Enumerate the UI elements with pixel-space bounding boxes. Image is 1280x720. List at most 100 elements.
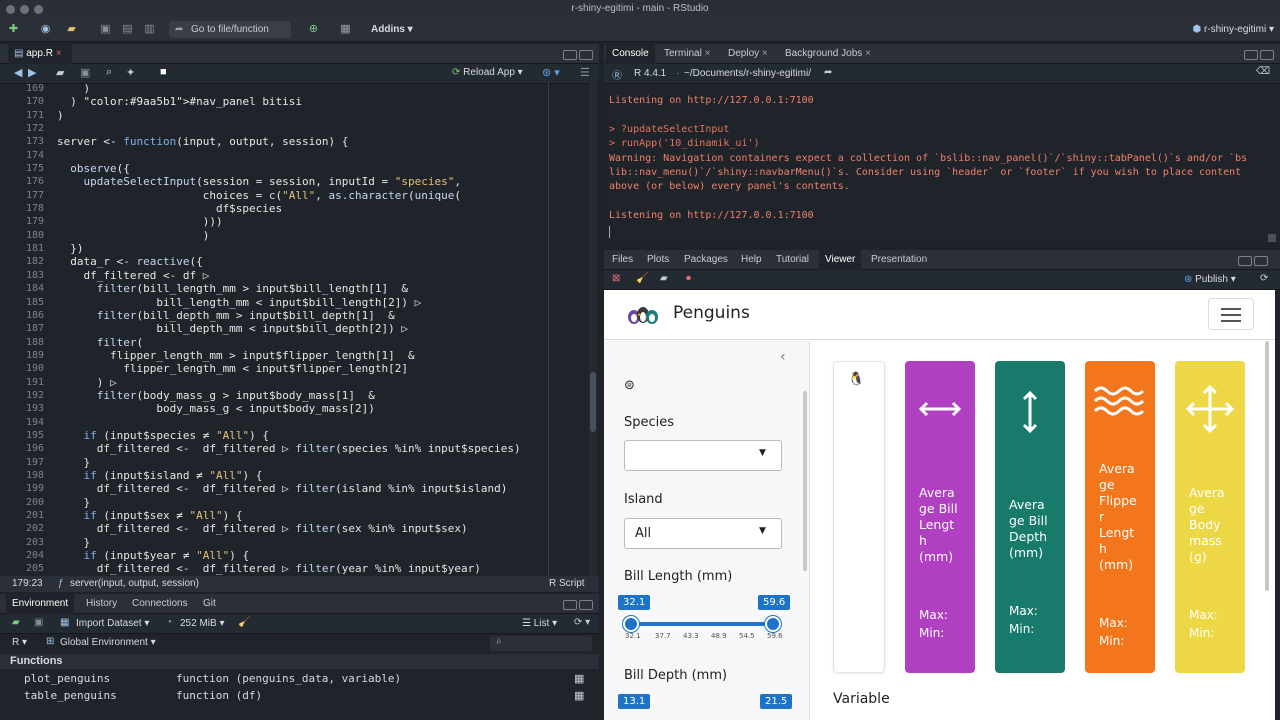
bill-length-slider-max-handle[interactable] [765,616,781,632]
navbar-toggle-button[interactable] [1208,298,1254,330]
code-line[interactable]: df_filtered <- df_filtered ▷ filter(year… [57,562,547,575]
code-line[interactable]: flipper_length_mm > input$flipper_length… [57,349,547,362]
code-area[interactable]: ) ) "color:#9aa5b1">#nav_panel bitisi) se… [57,82,547,577]
back-icon[interactable]: ◀ [14,66,22,79]
file-type[interactable]: R Script [549,576,585,592]
code-line[interactable]: if (input$year ≠ "All") { [57,549,547,562]
memory-usage[interactable]: 252 MiB ▾ [180,618,225,629]
tab-console[interactable]: Console [606,44,655,64]
open-file-icon[interactable]: ▰ [64,22,79,37]
minimize-env-icon[interactable] [563,600,577,610]
minimize-viewer-icon[interactable] [1238,256,1252,266]
maximize-console-icon[interactable] [1260,50,1274,60]
publish-button[interactable]: ⊛ Publish ▾ [1184,274,1236,285]
tab-presentation[interactable]: Presentation [865,250,933,270]
code-line[interactable]: } [57,496,547,509]
view-function-icon[interactable]: ▦ [574,672,584,685]
tab-plots[interactable]: Plots [641,250,675,270]
remove-viewer-icon[interactable]: ⊠ [612,273,620,284]
project-menu[interactable]: ⬢ r-shiny-egitimi ▾ [1192,22,1274,38]
code-line[interactable]: ) [57,229,547,242]
maximize-pane-icon[interactable] [579,50,593,60]
code-line[interactable]: bill_depth_mm < input$bill_depth[2]) ▷ [57,322,547,335]
editor-scrollbar[interactable] [589,82,597,576]
function-scope[interactable]: server(input, output, session) [70,576,199,592]
compile-report-icon[interactable]: ■ [160,66,167,78]
code-line[interactable]: if (input$species ≠ "All") { [57,429,547,442]
print-icon[interactable]: ▥ [142,22,157,37]
tab-deploy[interactable]: Deploy × [722,44,774,64]
code-line[interactable]: filter(bill_depth_mm > input$bill_depth[… [57,309,547,322]
code-tools-icon[interactable]: ✦ [126,66,135,79]
tab-files[interactable]: Files [606,250,639,270]
maximize-env-icon[interactable] [579,600,593,610]
save-all-icon[interactable]: ▤ [120,22,135,37]
code-line[interactable]: filter(bill_length_mm > input$bill_lengt… [57,282,547,295]
tab-background-jobs[interactable]: Background Jobs × [779,44,877,64]
forward-icon[interactable]: ▶ [28,66,36,79]
view-function-icon[interactable]: ▦ [574,689,584,702]
env-row-1[interactable]: plot_penguins [24,670,110,687]
tab-viewer[interactable]: Viewer [819,250,862,270]
code-line[interactable]: df$species [57,202,547,215]
refresh-viewer-icon[interactable]: ⟳ [1260,273,1268,284]
tab-terminal[interactable]: Terminal × [658,44,716,64]
tab-packages[interactable]: Packages [678,250,734,270]
species-select[interactable]: ▼ [624,440,782,471]
code-line[interactable]: df_filtered <- df ▷ [57,269,547,282]
clear-console-icon[interactable]: ⌫ [1256,66,1270,77]
code-line[interactable]: flipper_length_mm < input$flipper_length… [57,362,547,375]
global-environment-dropdown[interactable]: Global Environment ▾ [60,637,156,648]
save-icon[interactable]: ▣ [98,22,113,37]
code-line[interactable]: ) ▷ [57,376,547,389]
refresh-env-icon[interactable]: ⟳ ▾ [574,617,590,628]
collapse-sidebar-icon[interactable]: ‹ [780,349,786,365]
code-line[interactable]: filter(body_mass_g > input$body_mass[1] … [57,389,547,402]
code-line[interactable]: data_r <- reactive({ [57,255,547,268]
import-dataset-button[interactable]: Import Dataset ▾ [76,618,149,629]
outline-icon[interactable]: ☰ [580,66,590,79]
minimize-pane-icon[interactable] [563,50,577,60]
code-line[interactable]: df_filtered <- df_filtered ▷ filter(isla… [57,482,547,495]
code-line[interactable]: df_filtered <- df_filtered ▷ filter(sex … [57,522,547,535]
show-in-window-icon[interactable]: ▰ [56,66,64,79]
code-line[interactable] [57,149,547,162]
load-workspace-icon[interactable]: ▰ [12,617,20,628]
tab-tutorial[interactable]: Tutorial [770,250,815,270]
find-icon[interactable]: ⌕ [106,66,112,79]
tab-app-r[interactable]: ▤ app.R × [8,44,72,64]
clear-workspace-icon[interactable]: 🧹 [238,617,250,628]
main-scrollbar[interactable] [1265,341,1269,591]
code-line[interactable] [57,416,547,429]
zoom-window-icon[interactable] [34,5,43,14]
stop-app-icon[interactable]: ⏺ [686,273,691,284]
code-line[interactable]: df_filtered <- df_filtered ▷ filter(spec… [57,442,547,455]
close-tab-icon[interactable]: × [56,48,62,59]
code-line[interactable] [57,122,547,135]
close-window-icon[interactable] [6,5,15,14]
addins-menu[interactable]: Addins ▾ [371,22,413,38]
save-file-icon[interactable]: ▣ [80,66,90,79]
code-line[interactable]: ) [57,109,547,122]
save-workspace-icon[interactable]: ▣ [34,617,43,628]
vcs-icon[interactable]: ⊕ [306,22,321,37]
tab-environment[interactable]: Environment [6,594,75,614]
clear-viewer-icon[interactable]: 🧹 [636,273,648,284]
code-line[interactable]: ) "color:#9aa5b1">#nav_panel bitisi [57,95,547,108]
show-new-window-icon[interactable]: ▰ [660,273,668,284]
working-directory[interactable]: ~/Documents/r-shiny-egitimi/ [684,68,811,79]
publish-icon[interactable]: ⊛ ▾ [542,66,560,79]
code-line[interactable]: if (input$island ≠ "All") { [57,469,547,482]
console-prompt[interactable] [609,225,610,238]
code-line[interactable]: ) [57,82,547,95]
code-line[interactable]: } [57,536,547,549]
code-line[interactable]: updateSelectInput(session = session, inp… [57,175,547,188]
code-line[interactable]: filter( [57,336,547,349]
env-row-2[interactable]: table_penguins [24,687,117,704]
code-line[interactable]: body_mass_g < input$body_mass[2]) [57,402,547,415]
language-dropdown[interactable]: R ▾ [12,637,27,648]
maximize-viewer-icon[interactable] [1254,256,1268,266]
code-line[interactable]: }) [57,242,547,255]
code-line[interactable]: } [57,456,547,469]
editor-scroll-thumb[interactable] [590,372,596,432]
